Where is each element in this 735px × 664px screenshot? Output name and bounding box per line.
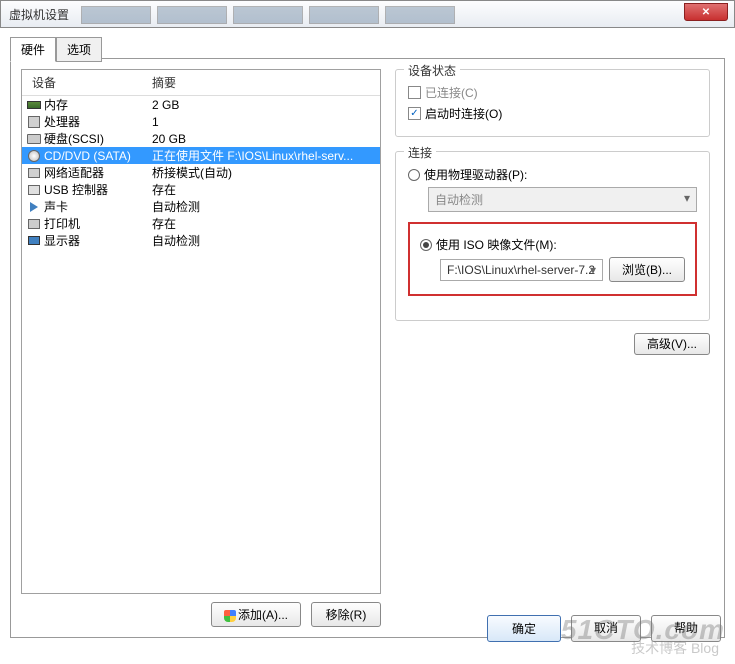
connected-label: 已连接(C) — [425, 84, 478, 101]
tab-bar: 硬件选项 — [10, 36, 725, 58]
sound-icon — [26, 200, 42, 214]
tab-options[interactable]: 选项 — [56, 37, 102, 62]
memory-icon — [26, 98, 42, 112]
iso-path-combo[interactable]: F:\IOS\Linux\rhel-server-7.2 — [440, 259, 603, 281]
browse-button[interactable]: 浏览(B)... — [609, 257, 685, 282]
list-header: 设备 摘要 — [22, 70, 380, 96]
cancel-button[interactable]: 取消 — [571, 615, 641, 642]
device-status-group: 设备状态 已连接(C) ✓ 启动时连接(O) — [395, 69, 710, 137]
row-cddvd[interactable]: CD/DVD (SATA) 正在使用文件 F:\IOS\Linux\rhel-s… — [22, 147, 380, 164]
ok-button[interactable]: 确定 — [487, 615, 561, 642]
iso-row: 使用 ISO 映像文件(M): — [420, 236, 685, 253]
window-title: 虚拟机设置 — [9, 6, 69, 23]
advanced-button[interactable]: 高级(V)... — [634, 333, 710, 355]
row-printer[interactable]: 打印机 存在 — [22, 215, 380, 232]
header-device: 设备 — [22, 74, 152, 91]
row-sound[interactable]: 声卡 自动检测 — [22, 198, 380, 215]
titlebar: 虚拟机设置 — [0, 0, 735, 28]
right-panel: 设备状态 已连接(C) ✓ 启动时连接(O) 连接 使用物理驱动器(P): — [391, 69, 714, 627]
usb-icon — [26, 183, 42, 197]
tab-hardware[interactable]: 硬件 — [10, 37, 56, 62]
iso-radio[interactable] — [420, 239, 432, 251]
iso-highlight-box: 使用 ISO 映像文件(M): F:\IOS\Linux\rhel-server… — [408, 222, 697, 296]
shield-icon — [224, 610, 236, 622]
physical-drive-row: 使用物理驱动器(P): — [408, 166, 697, 183]
display-icon — [26, 234, 42, 248]
startup-checkbox[interactable]: ✓ — [408, 107, 421, 120]
row-cpu[interactable]: 处理器 1 — [22, 113, 380, 130]
tab-content: 设备 摘要 内存 2 GB 处理器 1 硬盘(SCSI) 20 GB — [10, 58, 725, 638]
physical-label: 使用物理驱动器(P): — [424, 166, 527, 183]
startup-checkbox-row: ✓ 启动时连接(O) — [408, 105, 697, 122]
connected-checkbox-row: 已连接(C) — [408, 84, 697, 101]
cd-icon — [26, 149, 42, 163]
physical-radio[interactable] — [408, 169, 420, 181]
remove-button[interactable]: 移除(R) — [311, 602, 381, 627]
connection-group: 连接 使用物理驱动器(P): 自动检测 使用 ISO 映像文件(M): — [395, 151, 710, 321]
footer-buttons: 确定 取消 帮助 — [487, 615, 721, 642]
physical-combo[interactable]: 自动检测 — [428, 187, 697, 212]
disk-icon — [26, 132, 42, 146]
cpu-icon — [26, 115, 42, 129]
left-panel: 设备 摘要 内存 2 GB 处理器 1 硬盘(SCSI) 20 GB — [21, 69, 381, 627]
row-usb[interactable]: USB 控制器 存在 — [22, 181, 380, 198]
startup-label: 启动时连接(O) — [425, 105, 502, 122]
header-summary: 摘要 — [152, 74, 380, 91]
row-display[interactable]: 显示器 自动检测 — [22, 232, 380, 249]
status-legend: 设备状态 — [404, 62, 460, 79]
connected-checkbox[interactable] — [408, 86, 421, 99]
iso-label: 使用 ISO 映像文件(M): — [436, 236, 557, 253]
close-button[interactable] — [684, 3, 728, 21]
printer-icon — [26, 217, 42, 231]
network-icon — [26, 166, 42, 180]
row-memory[interactable]: 内存 2 GB — [22, 96, 380, 113]
row-network[interactable]: 网络适配器 桥接模式(自动) — [22, 164, 380, 181]
help-button[interactable]: 帮助 — [651, 615, 721, 642]
add-button[interactable]: 添加(A)... — [211, 602, 301, 627]
connection-legend: 连接 — [404, 144, 436, 161]
device-list[interactable]: 设备 摘要 内存 2 GB 处理器 1 硬盘(SCSI) 20 GB — [21, 69, 381, 594]
background-thumbnails — [81, 1, 674, 29]
row-disk[interactable]: 硬盘(SCSI) 20 GB — [22, 130, 380, 147]
